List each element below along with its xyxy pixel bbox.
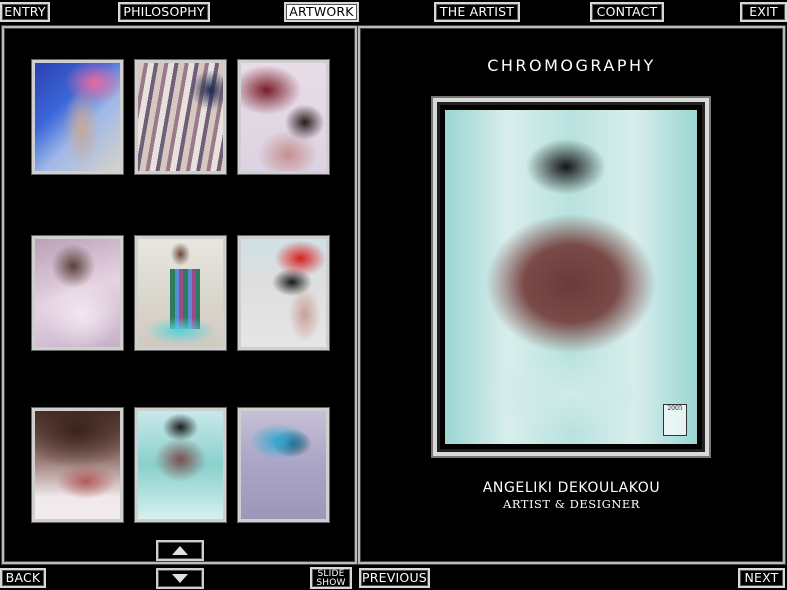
nav-the-artist-button[interactable]: THE ARTIST xyxy=(434,2,520,22)
arrow-down-icon xyxy=(172,574,188,583)
nav-contact-button[interactable]: CONTACT xyxy=(590,2,664,22)
thumbnail-6[interactable] xyxy=(238,236,329,350)
nav-artwork-button[interactable]: ARTWORK xyxy=(284,2,359,22)
arrow-up-icon xyxy=(172,546,188,555)
thumbnail-3[interactable] xyxy=(238,60,329,174)
slide-show-line2: SHOW xyxy=(316,578,346,588)
slide-show-button[interactable]: SLIDE SHOW xyxy=(310,567,352,589)
thumbnail-2[interactable] xyxy=(135,60,226,174)
back-button[interactable]: BACK xyxy=(0,568,46,588)
thumbnail-7[interactable] xyxy=(32,408,123,522)
nav-philosophy-button[interactable]: PHILOSOPHY xyxy=(118,2,210,22)
stamp-year: 2005 xyxy=(667,405,683,412)
main-artwork-image[interactable]: 2005 xyxy=(445,110,697,444)
thumbnail-9[interactable] xyxy=(238,408,329,522)
nav-entry-button[interactable]: ENTRY xyxy=(0,2,50,22)
scroll-up-button[interactable] xyxy=(156,540,204,561)
gallery-title: CHROMOGRAPHY xyxy=(487,56,656,75)
artist-role: ARTIST & DESIGNER xyxy=(503,497,640,511)
thumbnail-5[interactable] xyxy=(135,236,226,350)
main-artwork-frame: 2005 xyxy=(433,98,709,456)
scroll-down-button[interactable] xyxy=(156,568,204,589)
thumbnail-1[interactable] xyxy=(32,60,123,174)
next-button[interactable]: NEXT xyxy=(738,568,785,588)
thumbnail-8[interactable] xyxy=(135,408,226,522)
previous-button[interactable]: PREVIOUS xyxy=(359,568,430,588)
nav-exit-button[interactable]: EXIT xyxy=(740,2,787,22)
artist-name: ANGELIKI DEKOULAKOU xyxy=(482,480,661,496)
artist-signature-stamp: 2005 xyxy=(663,404,687,436)
thumbnail-4[interactable] xyxy=(32,236,123,350)
